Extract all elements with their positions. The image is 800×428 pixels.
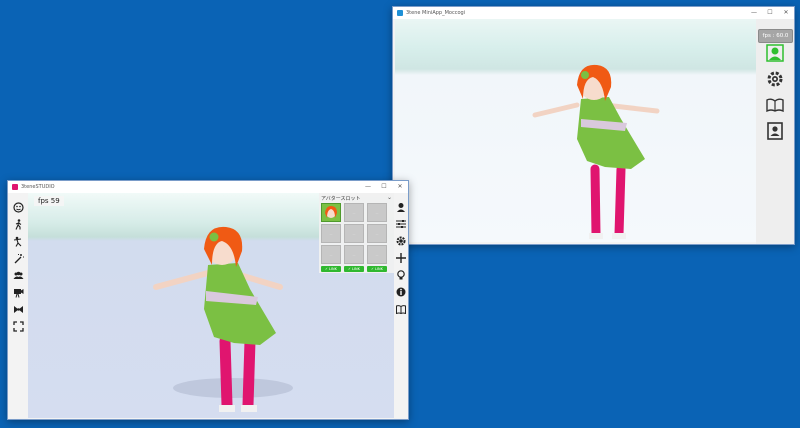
link-button[interactable]: ✓ LINK — [367, 266, 387, 272]
book-icon — [396, 304, 406, 314]
profile-button[interactable] — [764, 121, 786, 141]
pose-icon — [13, 236, 21, 247]
avatar-slot-8[interactable]: — — [344, 245, 364, 264]
avatar-slot-9[interactable]: — — [367, 245, 387, 264]
gear-icon — [396, 236, 406, 246]
viewer-title: 3tene MiniApp_Moccogi — [406, 10, 466, 16]
avatar-slot-1[interactable] — [321, 203, 341, 222]
link-button[interactable]: ✓ LINK — [344, 266, 364, 272]
move-button[interactable] — [395, 252, 407, 264]
link-button[interactable]: ✓ LINK — [321, 266, 341, 272]
avatar-slot-7[interactable]: — — [321, 245, 341, 264]
settings-button[interactable] — [395, 235, 407, 247]
motion-tool-button[interactable] — [12, 218, 24, 230]
viewer-titlebar[interactable]: 3tene MiniApp_Moccogi — ☐ ✕ — [393, 7, 794, 19]
close-button[interactable]: ✕ — [778, 7, 794, 19]
avatar-slot-3[interactable]: — — [367, 203, 387, 222]
avatar-slot-column-2: — — — ✓ LINK — [344, 203, 364, 272]
face-tracking-icon — [766, 44, 784, 62]
lightbulb-icon — [397, 270, 405, 280]
fullscreen-icon — [12, 320, 24, 332]
camera-icon — [13, 288, 23, 298]
chevron-down-icon[interactable]: ⌄ — [387, 194, 392, 201]
avatar-bust-icon — [397, 203, 405, 212]
studio-window: 3teneSTUDIO — ☐ ✕ fps 59 アバタースロット ⌄ — — … — [7, 180, 409, 420]
fps-readout: fps 59 — [34, 196, 64, 206]
lighting-button[interactable] — [395, 269, 407, 281]
info-icon — [396, 287, 406, 297]
info-button[interactable] — [395, 286, 407, 298]
avatar-settings-button[interactable] — [395, 201, 407, 213]
manual-button[interactable] — [395, 303, 407, 315]
group-tool-button[interactable] — [12, 269, 24, 281]
fps-badge: fps : 60.0 — [758, 29, 793, 43]
bow-icon — [13, 305, 23, 313]
move-icon — [396, 253, 406, 263]
studio-left-toolbar — [8, 193, 28, 419]
studio-right-toolbar — [394, 193, 408, 419]
accessory-tool-button[interactable] — [12, 303, 24, 315]
fullscreen-button[interactable] — [12, 320, 24, 332]
wand-icon — [14, 253, 24, 263]
studio-title: 3teneSTUDIO — [21, 184, 55, 190]
settings-button[interactable] — [764, 69, 786, 89]
minimize-button[interactable]: — — [360, 181, 376, 193]
avatar-model — [532, 64, 660, 239]
maximize-button[interactable]: ☐ — [762, 7, 778, 19]
gear-icon — [767, 71, 783, 87]
avatar-slot-panel: アバタースロット ⌄ — — ✓ LINK — — — ✓ LINK — — —… — [319, 193, 394, 273]
face-tracking-button[interactable] — [764, 43, 786, 63]
group-icon — [13, 271, 23, 279]
manual-button[interactable] — [764, 95, 786, 115]
face-tool-button[interactable] — [12, 201, 24, 213]
close-button[interactable]: ✕ — [392, 181, 408, 193]
avatar-slot-4[interactable]: — — [321, 224, 341, 243]
app-logo-icon — [397, 10, 403, 16]
app-logo-icon — [12, 184, 18, 190]
avatar-slot-2[interactable]: — — [344, 203, 364, 222]
book-icon — [766, 98, 784, 112]
camera-tool-button[interactable] — [12, 286, 24, 298]
profile-icon — [767, 122, 783, 140]
minimize-button[interactable]: — — [746, 7, 762, 19]
walk-icon — [14, 218, 21, 230]
viewer-sidebar: fps : 60.0 — [756, 19, 794, 244]
avatar-slot-title: アバタースロット — [321, 196, 361, 202]
avatar-slot-5[interactable]: — — [344, 224, 364, 243]
face-icon — [12, 201, 24, 213]
viewer-window: 3tene MiniApp_Moccogi — ☐ ✕ fps : 60.0 — [392, 6, 795, 245]
adjust-button[interactable] — [395, 218, 407, 230]
sliders-icon — [396, 220, 406, 228]
studio-titlebar[interactable]: 3teneSTUDIO — ☐ ✕ — [8, 181, 408, 193]
pose-tool-button[interactable] — [12, 235, 24, 247]
avatar-thumbnail — [325, 206, 337, 218]
viewer-3d-viewport[interactable] — [395, 19, 756, 242]
avatar-slot-6[interactable]: — — [367, 224, 387, 243]
avatar-slot-column-1: — — ✓ LINK — [321, 203, 341, 272]
effect-tool-button[interactable] — [12, 252, 24, 264]
maximize-button[interactable]: ☐ — [376, 181, 392, 193]
avatar-slot-column-3: — — — ✓ LINK — [367, 203, 387, 272]
